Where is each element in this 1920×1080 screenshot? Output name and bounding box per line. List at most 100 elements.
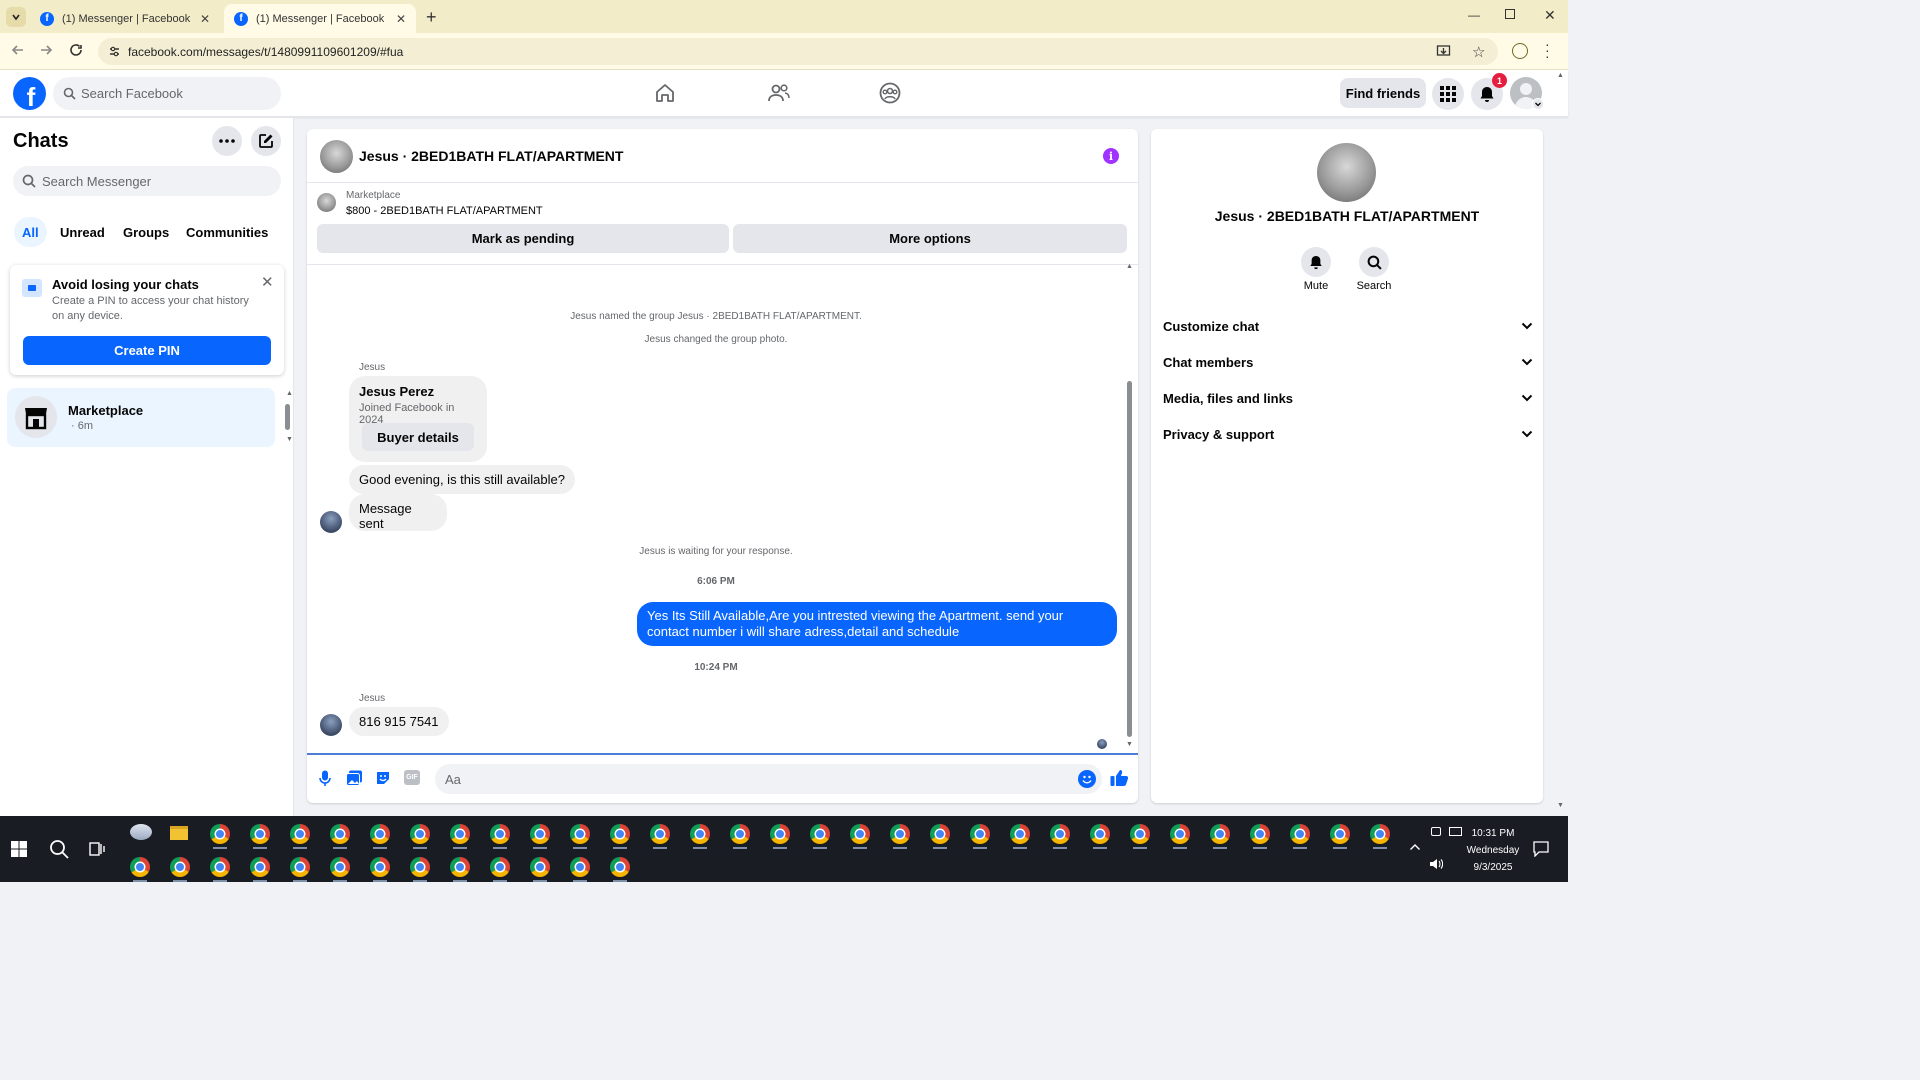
home-icon[interactable] [654,82,676,104]
minimize-icon[interactable]: — [1468,8,1480,22]
chrome-window-icon[interactable] [250,824,270,844]
page-scrollbar[interactable]: ▲ ▼ [1556,72,1566,816]
chrome-window-icon[interactable] [130,857,150,877]
groups-icon[interactable] [879,82,901,104]
forward-icon[interactable] [38,42,54,58]
menu-grid-button[interactable] [1432,78,1464,110]
message-scrollbar[interactable]: ▲ ▼ [1124,263,1136,755]
facebook-search-input[interactable]: Search Facebook [53,77,281,110]
chrome-window-icon[interactable] [1130,824,1150,844]
media-files-links-section[interactable]: Media, files and links [1163,383,1533,413]
chrome-window-icon[interactable] [1210,824,1230,844]
url-field[interactable]: facebook.com/messages/t/1480991109601209… [98,38,1498,65]
chrome-window-icon[interactable] [730,824,750,844]
chrome-window-icon[interactable] [970,824,990,844]
listing-title[interactable]: $800 - 2BED1BATH FLAT/APARTMENT [346,205,543,217]
task-view-icon[interactable] [89,841,105,857]
more-options-button[interactable]: More options [733,224,1127,253]
tab-list-chevron-icon[interactable] [6,7,26,27]
messenger-search-input[interactable]: Search Messenger [13,166,281,196]
close-tab-icon[interactable]: ✕ [396,12,406,26]
meet-now-icon[interactable] [1431,827,1441,836]
chrome-window-icon[interactable] [610,857,630,877]
like-icon[interactable] [1110,769,1129,787]
new-tab-icon[interactable]: + [426,7,437,28]
chrome-window-icon[interactable] [850,824,870,844]
chrome-window-icon[interactable] [490,824,510,844]
chrome-window-icon[interactable] [1250,824,1270,844]
close-window-icon[interactable]: ✕ [1544,7,1556,24]
filter-tab-unread[interactable]: Unread [52,217,113,247]
sender-avatar[interactable] [320,714,342,736]
chrome-window-icon[interactable] [1170,824,1190,844]
restore-icon[interactable] [1505,9,1515,19]
sender-avatar[interactable] [320,511,342,533]
browser-tab-2[interactable]: f (1) Messenger | Facebook ✕ [224,4,416,33]
chrome-window-icon[interactable] [1050,824,1070,844]
chrome-window-icon[interactable] [330,824,350,844]
incoming-message[interactable]: Good evening, is this still available? [349,465,575,494]
bookmark-star-icon[interactable]: ☆ [1472,43,1485,61]
chrome-window-icon[interactable] [370,824,390,844]
filter-tab-groups[interactable]: Groups [115,217,177,247]
conversation-info-icon[interactable]: i [1103,148,1119,164]
chrome-window-icon[interactable] [930,824,950,844]
browser-tab-1[interactable]: f (1) Messenger | Facebook ✕ [30,4,220,33]
chrome-window-icon[interactable] [650,824,670,844]
close-tab-icon[interactable]: ✕ [200,12,210,26]
chrome-window-icon[interactable] [450,857,470,877]
chrome-window-icon[interactable] [570,857,590,877]
chat-members-section[interactable]: Chat members [1163,347,1533,377]
group-avatar[interactable] [320,140,353,173]
close-icon[interactable]: ✕ [261,273,274,291]
find-friends-button[interactable]: Find friends [1340,78,1426,108]
chrome-window-icon[interactable] [530,824,550,844]
chrome-window-icon[interactable] [370,857,390,877]
chat-options-button[interactable] [212,126,242,156]
show-hidden-icons[interactable] [1409,843,1421,851]
chrome-window-icon[interactable] [890,824,910,844]
chrome-window-icon[interactable] [410,857,430,877]
taskbar-search-icon[interactable] [49,839,69,859]
new-message-button[interactable] [251,126,281,156]
reload-icon[interactable] [68,42,84,58]
chrome-window-icon[interactable] [690,824,710,844]
back-icon[interactable] [10,42,26,58]
chrome-window-icon[interactable] [1290,824,1310,844]
chrome-window-icon[interactable] [570,824,590,844]
photo-icon[interactable] [346,770,363,786]
chrome-window-icon[interactable] [290,857,310,877]
incoming-message[interactable]: 816 915 7541 [349,707,449,736]
friends-icon[interactable] [767,82,791,104]
chrome-window-icon[interactable] [450,824,470,844]
install-app-icon[interactable] [1436,44,1451,59]
customize-chat-section[interactable]: Customize chat [1163,311,1533,341]
filter-tab-all[interactable]: All [14,217,47,247]
gif-icon[interactable]: GIF [404,770,420,785]
mute-button[interactable] [1301,247,1331,277]
chat-list-scrollbar[interactable]: ▲ ▼ [284,390,293,446]
mark-as-pending-button[interactable]: Mark as pending [317,224,729,253]
system-clock[interactable]: 10:31 PM Wednesday 9/3/2025 [1458,825,1528,876]
microphone-icon[interactable] [319,770,331,787]
notification-center-icon[interactable] [1533,841,1549,857]
chrome-window-icon[interactable] [210,824,230,844]
create-pin-button[interactable]: Create PIN [23,336,271,365]
start-icon[interactable] [11,841,27,857]
chrome-window-icon[interactable] [490,857,510,877]
outgoing-message[interactable]: Yes Its Still Available,Are you intreste… [637,602,1117,646]
buyer-details-button[interactable]: Buyer details [362,423,474,451]
chrome-window-icon[interactable] [530,857,550,877]
filter-tab-communities[interactable]: Communities [178,217,276,247]
chrome-window-icon[interactable] [290,824,310,844]
conversation-title[interactable]: Jesus · 2BED1BATH FLAT/APARTMENT [359,148,623,164]
browser-menu-icon[interactable]: · · · [1545,37,1550,63]
search-conversation-button[interactable] [1359,247,1389,277]
chrome-window-icon[interactable] [170,857,190,877]
profile-icon[interactable] [1512,43,1528,59]
chrome-window-icon[interactable] [1090,824,1110,844]
incoming-message[interactable]: Message sent [349,494,447,531]
chrome-window-icon[interactable] [210,857,230,877]
facebook-logo-icon[interactable]: f [13,77,46,110]
site-info-icon[interactable] [108,45,121,58]
